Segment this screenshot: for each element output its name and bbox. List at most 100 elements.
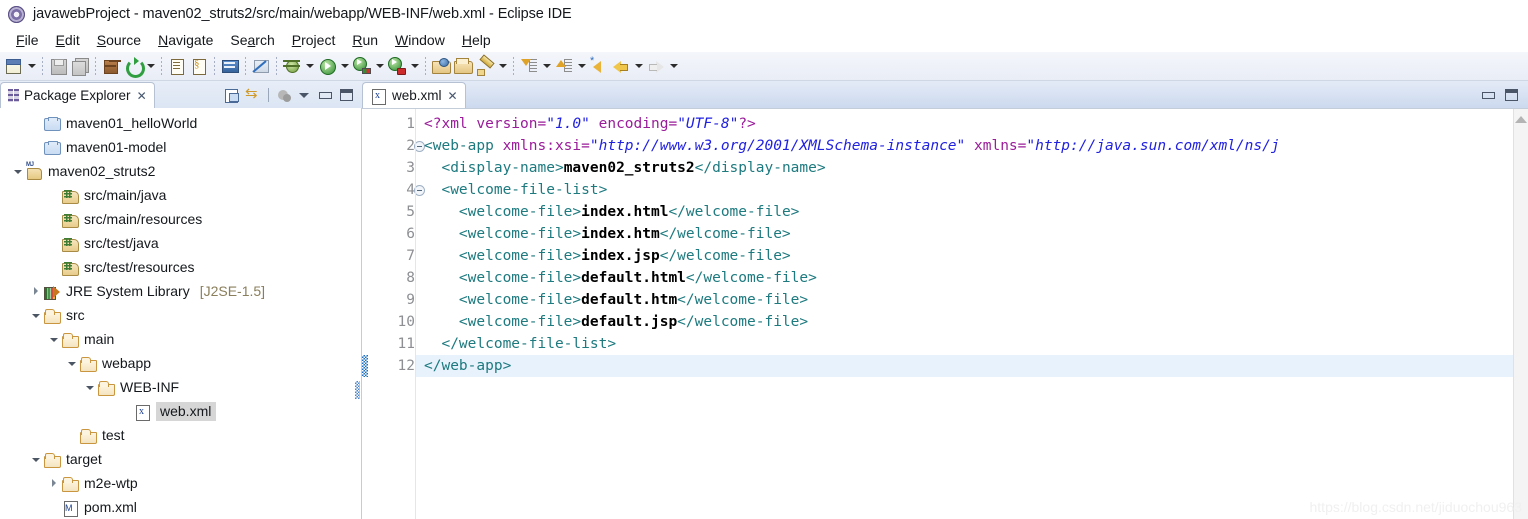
open-type-icon[interactable] bbox=[452, 55, 474, 77]
menu-item-file[interactable]: File bbox=[8, 30, 48, 50]
link-with-editor-icon[interactable] bbox=[223, 86, 242, 105]
last-edit-location-icon[interactable] bbox=[588, 55, 610, 77]
next-annotation-icon[interactable] bbox=[518, 55, 540, 77]
chevron-right-icon[interactable] bbox=[28, 279, 44, 303]
tab-web-xml[interactable]: web.xml ✕ bbox=[362, 82, 466, 108]
chevron-down-icon[interactable] bbox=[82, 375, 98, 399]
view-resize-handle[interactable] bbox=[355, 381, 360, 399]
sync-icon[interactable] bbox=[244, 84, 263, 105]
tree-item-web-xml[interactable]: web.xml bbox=[0, 399, 361, 423]
twisty-placeholder bbox=[46, 231, 62, 255]
chevron-down-icon[interactable] bbox=[10, 159, 26, 183]
code-text[interactable]: <?xml version="1.0" encoding="UTF-8"?> <w… bbox=[416, 109, 1513, 519]
menu-item-search[interactable]: Search bbox=[222, 30, 283, 50]
chevron-down-icon[interactable] bbox=[575, 55, 588, 77]
new-package-icon[interactable] bbox=[430, 55, 452, 77]
chevron-down-icon[interactable] bbox=[46, 327, 62, 351]
chevron-down-icon[interactable] bbox=[64, 351, 80, 375]
tree-item-src-main-resources[interactable]: src/main/resources bbox=[0, 207, 361, 231]
debug-icon[interactable] bbox=[281, 55, 303, 77]
refresh-icon[interactable] bbox=[122, 55, 145, 78]
close-icon[interactable]: ✕ bbox=[137, 90, 147, 102]
forward-icon[interactable] bbox=[645, 55, 667, 77]
chevron-down-icon[interactable] bbox=[540, 55, 553, 77]
code-line[interactable]: <welcome-file>index.html</welcome-file> bbox=[416, 201, 1513, 223]
chevron-down-icon[interactable] bbox=[632, 55, 645, 77]
tree-item-maven02-struts2[interactable]: maven02_struts2 bbox=[0, 159, 361, 183]
maximize-editor-icon[interactable] bbox=[1505, 89, 1518, 101]
chevron-down-icon[interactable] bbox=[144, 55, 157, 77]
close-icon[interactable]: ✕ bbox=[448, 90, 458, 102]
twisty-placeholder bbox=[46, 207, 62, 231]
menu-item-edit[interactable]: Edit bbox=[48, 30, 89, 50]
new-wizard-icon[interactable] bbox=[3, 55, 25, 77]
tree-item-jre-system-library[interactable]: JRE System Library [J2SE-1.5] bbox=[0, 279, 361, 303]
code-line[interactable]: <display-name>maven02_struts2</display-n… bbox=[416, 157, 1513, 179]
view-menu-icon[interactable] bbox=[295, 86, 314, 105]
open-console-icon[interactable] bbox=[219, 55, 241, 77]
scroll-up-arrow-icon[interactable] bbox=[1515, 116, 1527, 123]
tree-item-web-inf[interactable]: WEB-INF bbox=[0, 375, 361, 399]
previous-annotation-icon[interactable] bbox=[553, 55, 575, 77]
new-xml-icon[interactable] bbox=[188, 55, 210, 77]
toggle-markup-icon[interactable] bbox=[474, 55, 496, 77]
code-line[interactable]: <web-app xmlns:xsi="http://www.w3.org/20… bbox=[416, 135, 1513, 157]
maximize-view-icon[interactable] bbox=[337, 86, 356, 105]
code-line[interactable]: <welcome-file>index.jsp</welcome-file> bbox=[416, 245, 1513, 267]
new-jsp-icon[interactable] bbox=[166, 55, 188, 77]
tree-item-m2e-wtp[interactable]: m2e-wtp bbox=[0, 471, 361, 495]
chevron-down-icon[interactable] bbox=[28, 447, 44, 471]
back-icon[interactable] bbox=[610, 55, 632, 77]
chevron-down-icon[interactable] bbox=[338, 55, 351, 77]
build-all-icon[interactable] bbox=[100, 55, 122, 77]
code-editor[interactable]: 1 2 3 4 5 6 7 8 9 10 11 12 <?xml version="1.0" enco… bbox=[362, 108, 1528, 519]
package-explorer-tree[interactable]: maven01_helloWorld maven01-model maven02_s… bbox=[0, 108, 362, 519]
save-icon[interactable] bbox=[47, 55, 69, 77]
stop-on-server-icon[interactable] bbox=[386, 55, 408, 77]
tab-package-explorer[interactable]: Package Explorer ✕ bbox=[0, 82, 155, 108]
code-line[interactable]: <welcome-file>default.jsp</welcome-file> bbox=[416, 311, 1513, 333]
menu-item-run[interactable]: Run bbox=[344, 30, 387, 50]
tree-item-maven01-model[interactable]: maven01-model bbox=[0, 135, 361, 159]
tree-item-src-test-resources[interactable]: src/test/resources bbox=[0, 255, 361, 279]
chevron-down-icon[interactable] bbox=[25, 55, 38, 77]
chevron-down-icon[interactable] bbox=[667, 55, 680, 77]
chevron-down-icon[interactable] bbox=[373, 55, 386, 77]
run-icon[interactable] bbox=[316, 55, 338, 77]
tree-item-webapp[interactable]: webapp bbox=[0, 351, 361, 375]
code-line[interactable]: <welcome-file>default.html</welcome-file… bbox=[416, 267, 1513, 289]
tree-item-maven01-helloworld[interactable]: maven01_helloWorld bbox=[0, 111, 361, 135]
code-line[interactable]: <welcome-file>default.htm</welcome-file> bbox=[416, 289, 1513, 311]
menu-item-help[interactable]: Help bbox=[454, 30, 500, 50]
chevron-down-icon[interactable] bbox=[496, 55, 509, 77]
menu-item-source[interactable]: Source bbox=[89, 30, 150, 50]
code-line[interactable]: <welcome-file>index.htm</welcome-file> bbox=[416, 223, 1513, 245]
tree-item-src-test-java[interactable]: src/test/java bbox=[0, 231, 361, 255]
skip-breakpoints-icon[interactable] bbox=[250, 55, 272, 77]
code-line[interactable]: </welcome-file-list> bbox=[416, 333, 1513, 355]
tree-item-pom-xml[interactable]: pom.xml bbox=[0, 495, 361, 519]
collapse-all-icon[interactable] bbox=[274, 86, 293, 105]
chevron-down-icon[interactable] bbox=[28, 303, 44, 327]
code-line[interactable]: <welcome-file-list> bbox=[416, 179, 1513, 201]
line-number-ruler[interactable]: 1 2 3 4 5 6 7 8 9 10 11 12 bbox=[368, 109, 425, 519]
tree-item-main[interactable]: main bbox=[0, 327, 361, 351]
tree-item-test[interactable]: test bbox=[0, 423, 361, 447]
tree-item-src-main-java[interactable]: src/main/java bbox=[0, 183, 361, 207]
run-on-server-icon[interactable] bbox=[351, 55, 373, 77]
chevron-down-icon[interactable] bbox=[408, 55, 421, 77]
menu-item-project[interactable]: Project bbox=[284, 30, 345, 50]
minimize-view-icon[interactable] bbox=[316, 86, 335, 105]
menu-mnemonic: F bbox=[16, 32, 25, 48]
code-line[interactable]: <?xml version="1.0" encoding="UTF-8"?> bbox=[416, 113, 1513, 135]
chevron-right-icon[interactable] bbox=[46, 471, 62, 495]
tree-item-src[interactable]: src bbox=[0, 303, 361, 327]
menu-item-window[interactable]: Window bbox=[387, 30, 454, 50]
menu-item-navigate[interactable]: Navigate bbox=[150, 30, 222, 50]
minimize-editor-icon[interactable] bbox=[1482, 91, 1495, 99]
save-all-icon[interactable] bbox=[69, 55, 91, 77]
tree-item-target[interactable]: target bbox=[0, 447, 361, 471]
chevron-down-icon[interactable] bbox=[303, 55, 316, 77]
code-line[interactable]: </web-app> bbox=[416, 355, 1513, 377]
editor-vertical-scrollbar[interactable] bbox=[1513, 109, 1528, 519]
